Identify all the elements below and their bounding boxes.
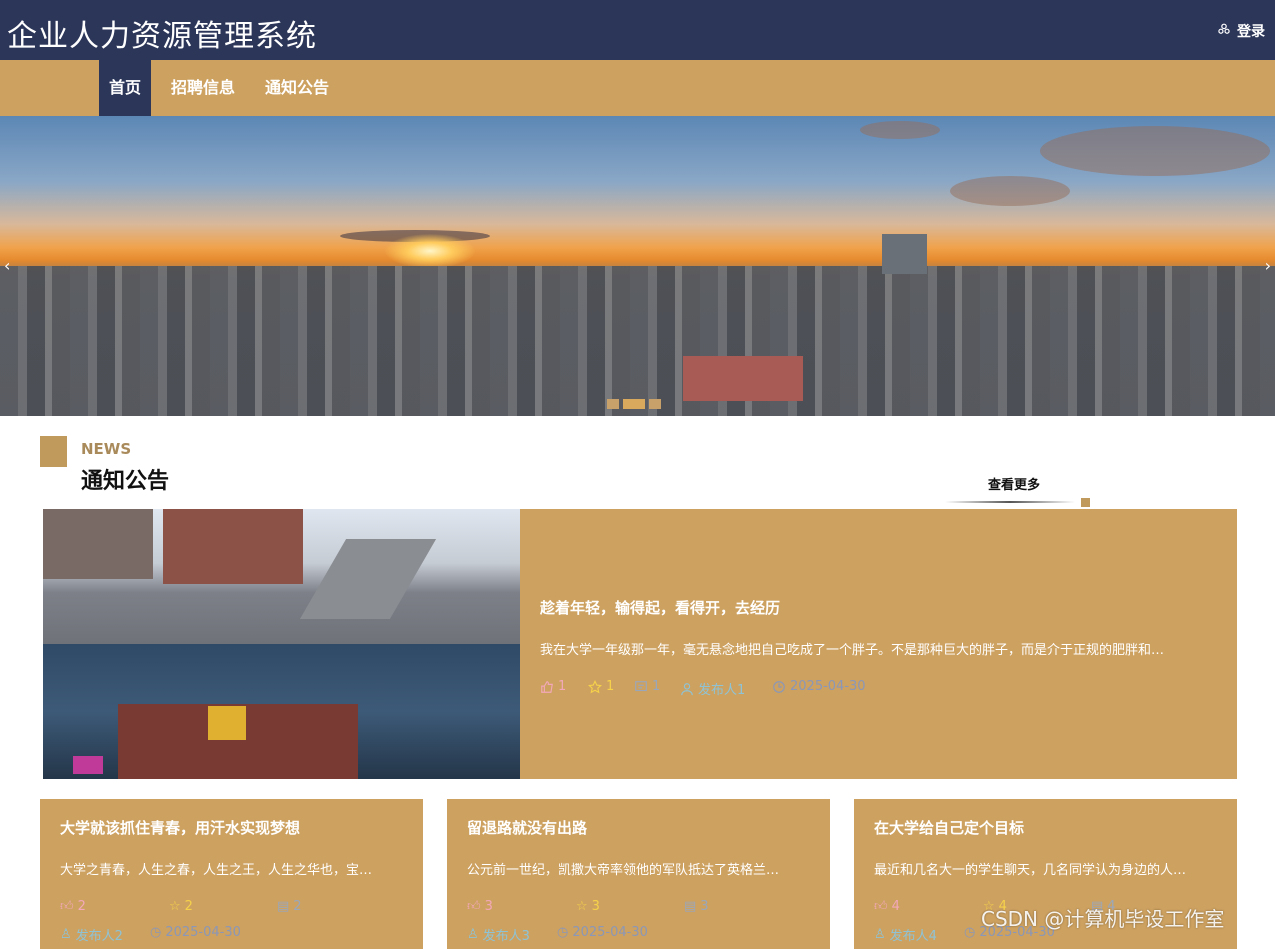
building bbox=[882, 234, 927, 274]
top-header: 企业人力资源管理系统 登录 bbox=[0, 0, 1275, 60]
user-icon bbox=[681, 682, 693, 695]
login-button[interactable]: 登录 bbox=[1217, 21, 1265, 41]
section-subtitle: NEWS bbox=[81, 440, 132, 458]
watermark: CSDN @计算机毕设工作室 bbox=[981, 907, 1225, 931]
comment-count[interactable]: ▤ 2 bbox=[277, 899, 302, 914]
cloud bbox=[950, 176, 1070, 206]
featured-image[interactable] bbox=[43, 509, 520, 779]
section-marker bbox=[40, 436, 67, 467]
view-more-link[interactable]: 查看更多 bbox=[988, 474, 1040, 493]
building bbox=[43, 509, 153, 579]
like-count[interactable]: 1 bbox=[540, 679, 566, 694]
news-card[interactable]: 留退路就没有出路 公元前一世纪，凯撒大帝率领他的军队抵达了英格兰… 👍︎ 3 ☆ 3… bbox=[447, 799, 830, 949]
user-icon: ♙ bbox=[467, 927, 479, 942]
night-building-image bbox=[43, 644, 520, 779]
user-group-icon bbox=[1217, 22, 1231, 40]
card-desc: 公元前一世纪，凯撒大帝率领他的军队抵达了英格兰… bbox=[467, 863, 780, 878]
billboard bbox=[208, 706, 246, 740]
clock-icon: ◷ bbox=[557, 925, 569, 940]
clock-icon: ◷ bbox=[150, 925, 162, 940]
comment-count[interactable]: 1 bbox=[634, 679, 660, 694]
star-count[interactable]: 1 bbox=[588, 679, 614, 694]
author: ♙ 发布人4 bbox=[874, 927, 937, 944]
view-more-marker bbox=[1081, 498, 1090, 507]
cityscape bbox=[0, 266, 1275, 416]
star-count[interactable]: ☆ 2 bbox=[169, 899, 193, 914]
nav-recruitment[interactable]: 招聘信息 bbox=[161, 60, 245, 116]
card-desc: 大学之青春，人生之春，人生之王，人生之华也，宝… bbox=[60, 863, 373, 878]
billboard bbox=[73, 756, 103, 774]
card-title[interactable]: 在大学给自己定个目标 bbox=[874, 817, 1024, 838]
nav-home[interactable]: 首页 bbox=[99, 60, 151, 116]
star-count[interactable]: ☆ 3 bbox=[576, 899, 600, 914]
comment-icon: ▤ bbox=[684, 899, 697, 914]
view-more-underline bbox=[945, 501, 1075, 503]
featured-title[interactable]: 趁着年轻，输得起，看得开，去经历 bbox=[540, 597, 780, 618]
featured-card[interactable]: 趁着年轻，输得起，看得开，去经历 我在大学一年级那一年，毫无悬念地把自己吃成了一… bbox=[520, 509, 1237, 779]
login-label: 登录 bbox=[1237, 24, 1265, 40]
building bbox=[683, 356, 803, 401]
comment-count[interactable]: ▤ 3 bbox=[684, 899, 709, 914]
star-icon bbox=[588, 679, 602, 693]
star-icon: ☆ bbox=[169, 899, 181, 914]
carousel-dot[interactable] bbox=[649, 399, 661, 409]
nav-notices[interactable]: 通知公告 bbox=[255, 60, 339, 116]
user-icon: ♙ bbox=[60, 927, 72, 942]
card-desc: 最近和几名大一的学生聊天，几名同学认为身边的人… bbox=[874, 863, 1187, 878]
cloud bbox=[1040, 126, 1270, 176]
publish-date: 2025-04-30 bbox=[772, 679, 866, 694]
clock-icon: ◷ bbox=[964, 925, 976, 940]
cloud bbox=[860, 121, 940, 139]
card-title[interactable]: 留退路就没有出路 bbox=[467, 817, 587, 838]
like-count[interactable]: 👍︎ 3 bbox=[467, 899, 493, 914]
carousel-prev-arrow[interactable]: ‹ bbox=[4, 256, 10, 275]
comment-icon bbox=[635, 680, 647, 691]
carousel-indicators bbox=[607, 399, 661, 409]
thumbs-up-icon: 👍︎ bbox=[60, 899, 74, 914]
clock-icon bbox=[773, 680, 785, 693]
star-icon: ☆ bbox=[576, 899, 588, 914]
thumbs-up-icon: 👍︎ bbox=[874, 899, 888, 914]
carousel-dot[interactable] bbox=[607, 399, 619, 409]
carousel-next-arrow[interactable]: › bbox=[1265, 256, 1271, 275]
sun bbox=[385, 234, 475, 268]
site-title: 企业人力资源管理系统 bbox=[7, 19, 317, 54]
news-card[interactable]: 大学就该抓住青春，用汗水实现梦想 大学之青春，人生之春，人生之王，人生之华也，宝… bbox=[40, 799, 423, 949]
card-title[interactable]: 大学就该抓住青春，用汗水实现梦想 bbox=[60, 817, 300, 838]
like-count[interactable]: 👍︎ 4 bbox=[874, 899, 900, 914]
thumbs-up-icon bbox=[541, 680, 553, 693]
building bbox=[163, 509, 303, 584]
publish-date: ◷ 2025-04-30 bbox=[557, 925, 648, 940]
author: ♙ 发布人2 bbox=[60, 927, 123, 944]
main-nav: 首页 招聘信息 通知公告 bbox=[0, 60, 1275, 116]
author: 发布人1 bbox=[680, 679, 745, 698]
section-title: 通知公告 bbox=[81, 469, 170, 494]
hero-carousel: ‹ › bbox=[0, 116, 1275, 416]
road bbox=[299, 539, 437, 619]
thumbs-up-icon: 👍︎ bbox=[467, 899, 481, 914]
carousel-dot-active[interactable] bbox=[623, 399, 645, 409]
publish-date: ◷ 2025-04-30 bbox=[150, 925, 241, 940]
featured-desc: 我在大学一年级那一年，毫无悬念地把自己吃成了一个胖子。不是那种巨大的胖子，而是介… bbox=[540, 643, 1165, 658]
street-image bbox=[43, 509, 520, 644]
author: ♙ 发布人3 bbox=[467, 927, 530, 944]
like-count[interactable]: 👍︎ 2 bbox=[60, 899, 86, 914]
comment-icon: ▤ bbox=[277, 899, 290, 914]
user-icon: ♙ bbox=[874, 927, 886, 942]
